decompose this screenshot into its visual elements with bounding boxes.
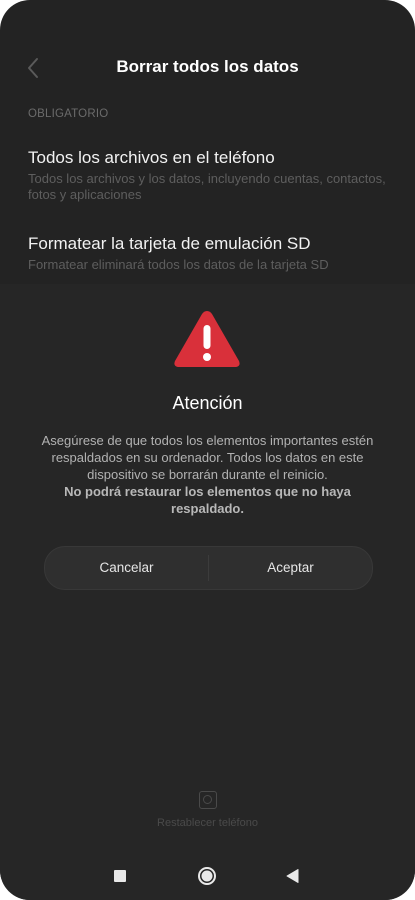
header: Borrar todos los datos (0, 48, 415, 88)
home-circle-icon[interactable] (197, 866, 217, 886)
dialog-message: Asegúrese de que todos los elementos imp… (41, 433, 374, 482)
option-description: Formatear eliminará todos los datos de l… (28, 257, 329, 272)
reset-phone-label[interactable]: Restablecer teléfono (0, 817, 415, 829)
accept-button[interactable]: Aceptar (209, 547, 372, 589)
page-title: Borrar todos los datos (116, 57, 299, 76)
option-all-files[interactable]: Todos los archivos en el teléfono Todos … (28, 147, 388, 203)
cancel-button[interactable]: Cancelar (45, 547, 208, 589)
reset-phone-icon[interactable] (199, 791, 217, 809)
dialog-warning-text: No podrá restaurar los elementos que no … (64, 484, 351, 516)
section-label: OBLIGATORIO (28, 108, 109, 120)
warning-triangle-icon (172, 308, 242, 370)
option-title: Formatear la tarjeta de emulación SD (28, 234, 311, 253)
recents-square-icon[interactable] (114, 870, 126, 882)
dialog-button-row: Cancelar Aceptar (44, 546, 373, 590)
option-description: Todos los archivos y los datos, incluyen… (28, 171, 386, 202)
dialog-title: Atención (172, 393, 243, 413)
option-title: Todos los archivos en el teléfono (28, 148, 275, 167)
back-triangle-icon[interactable] (285, 868, 299, 884)
phone-screen: Borrar todos los datos OBLIGATORIO Todos… (0, 0, 415, 900)
option-format-sd[interactable]: Formatear la tarjeta de emulación SD For… (28, 233, 388, 273)
